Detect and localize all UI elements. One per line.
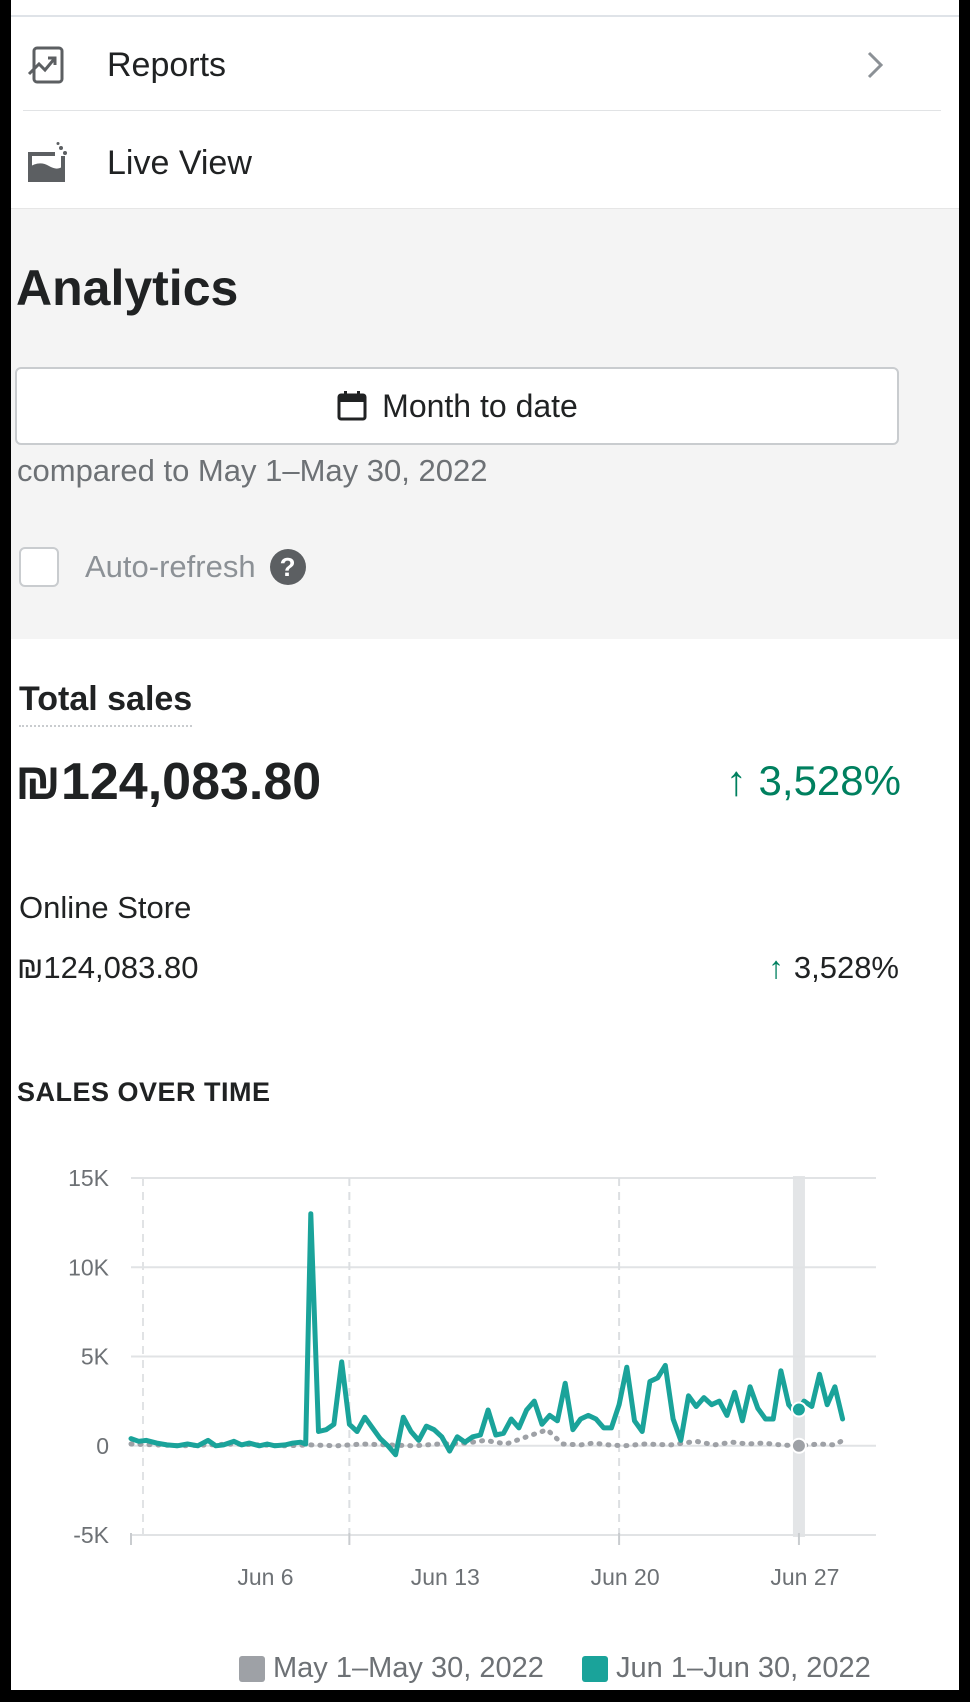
legend-label-current: Jun 1–Jun 30, 2022	[616, 1652, 871, 1684]
y-tick-label: 5K	[81, 1344, 110, 1370]
x-tick-label: Jun 13	[411, 1564, 480, 1590]
x-tick-label: Jun 6	[237, 1564, 293, 1590]
legend-item-current[interactable]: Jun 1–Jun 30, 2022	[582, 1652, 871, 1685]
x-tick-label: Jun 20	[591, 1564, 660, 1590]
app-screen: Reports Live View Analytics Month to dat…	[11, 0, 959, 1690]
y-tick-label: 15K	[68, 1165, 110, 1191]
legend-item-previous[interactable]: May 1–May 30, 2022	[239, 1652, 544, 1685]
legend-label-previous: May 1–May 30, 2022	[273, 1652, 544, 1684]
y-tick-label: 0	[96, 1433, 109, 1459]
y-tick-label: 10K	[68, 1254, 110, 1280]
legend-swatch-current	[582, 1655, 608, 1682]
y-tick-label: -5K	[73, 1522, 109, 1548]
series-line-current	[128, 1211, 846, 1458]
hover-point-previous	[790, 1437, 807, 1454]
x-tick-label: Jun 27	[770, 1564, 839, 1590]
sales-over-time-chart: 15K 10K 5K 0 -5K Jun 6 Jun 13 Jun 20 Jun 27	[68, 1165, 876, 1590]
hover-point-current	[790, 1401, 807, 1418]
legend-swatch-previous	[239, 1655, 265, 1682]
